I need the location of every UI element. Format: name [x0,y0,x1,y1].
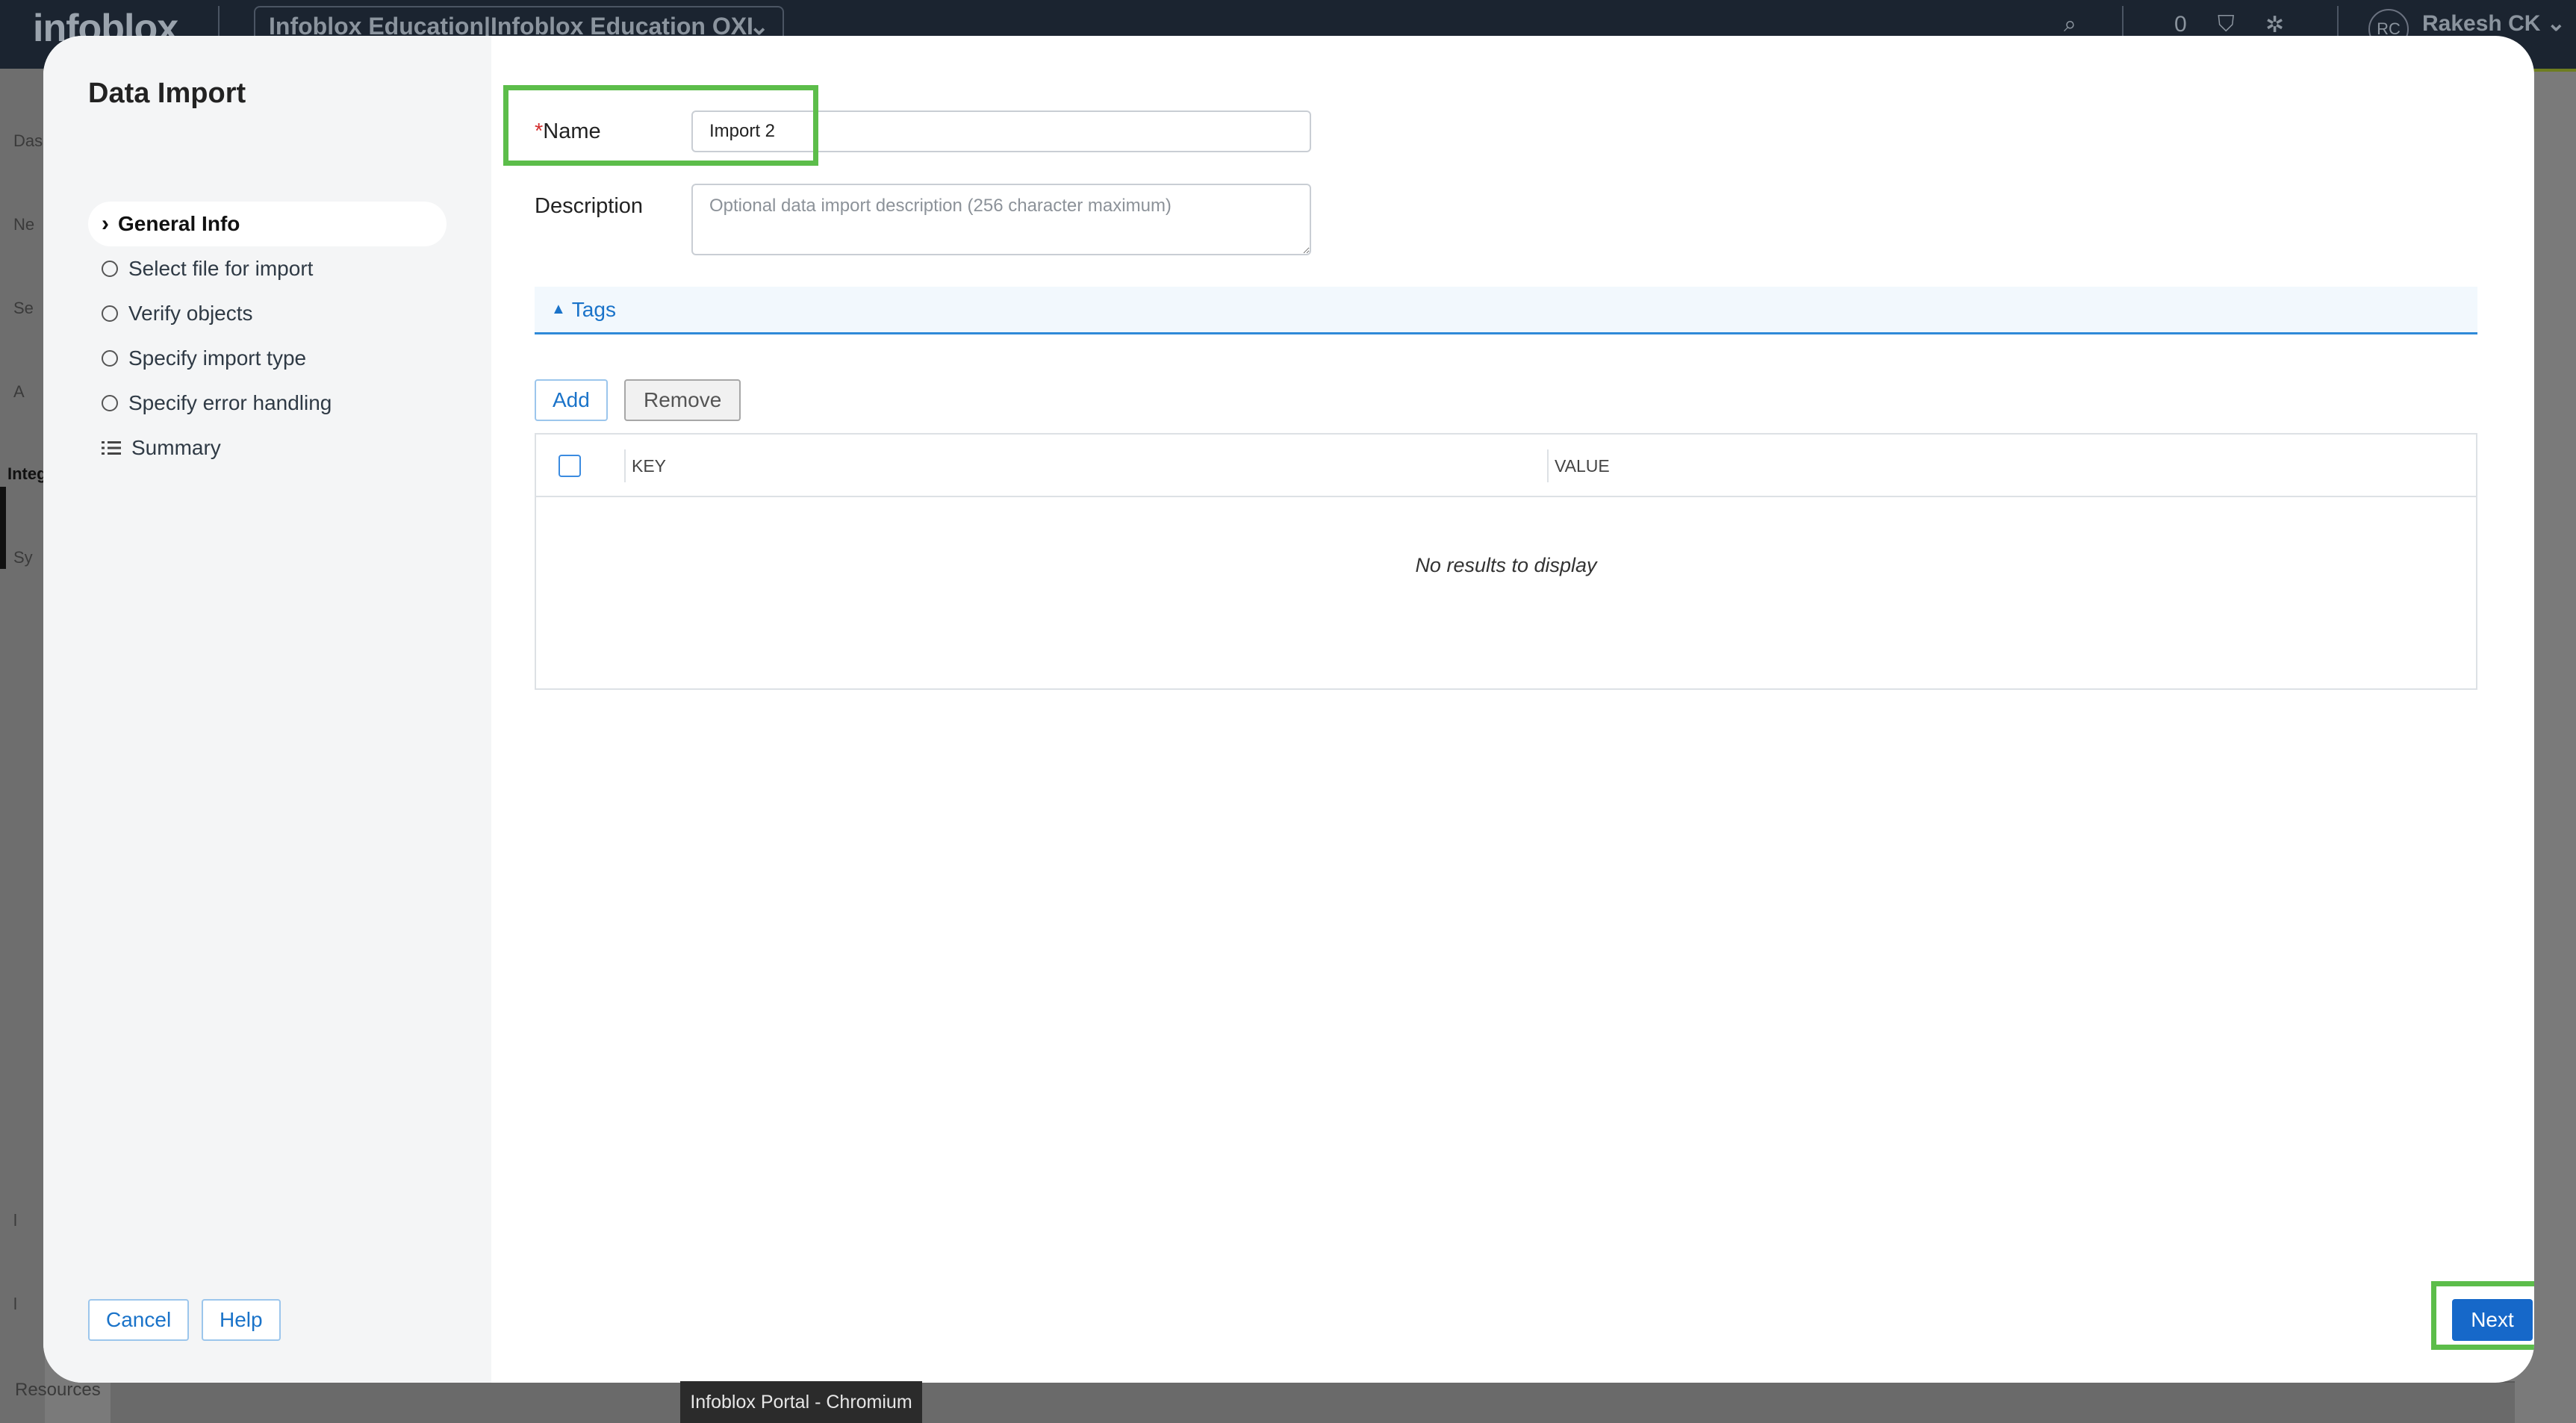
required-mark: * [535,119,544,143]
nav-fragment: Das [13,131,43,150]
empty-table-message: No results to display [1415,554,1597,576]
step-label: Specify error handling [128,391,332,414]
tags-label: Tags [571,297,616,321]
data-import-modal: Data Import › General Info Select file f… [43,36,2534,1383]
step-label: Specify import type [128,346,307,370]
list-icon [102,440,122,456]
step-label: Verify objects [128,302,253,325]
cancel-button[interactable]: Cancel [88,1299,190,1341]
circle-icon [102,350,118,367]
circle-icon [102,261,118,277]
step-label: Select file for import [128,257,314,280]
step-import-type[interactable]: Specify import type [88,336,447,381]
nav-fragment: Integ [7,464,47,483]
circle-icon [102,305,118,322]
help-button[interactable]: Help [202,1299,281,1341]
step-error-handling[interactable]: Specify error handling [88,381,447,426]
notification-count[interactable]: 0 [2174,12,2187,37]
taskbar-tooltip: Infoblox Portal - Chromium [680,1381,922,1423]
circle-icon [102,395,118,411]
background-footer [111,1381,2515,1423]
resources-link[interactable]: Resources [15,1380,101,1401]
user-name: Rakesh CK [2422,11,2541,36]
wizard-sidebar: Data Import › General Info Select file f… [43,36,491,1383]
user-menu[interactable]: Rakesh CK ⌄ [2422,10,2566,37]
general-info-panel: *Name Description ▲ Tags Add Remove KEY … [491,36,2534,1383]
description-label: Description [535,194,644,218]
background-sidebar: Das Ne Se A Integ Sy l l [0,69,47,1423]
name-input[interactable] [691,110,1311,152]
nav-fragment: Se [13,299,34,317]
settings-icon[interactable]: ✲ [2265,12,2284,38]
tags-table: KEY VALUE No results to display [535,433,2477,690]
remove-tag-button[interactable]: Remove [624,379,741,421]
step-verify-objects[interactable]: Verify objects [88,291,447,336]
nav-fragment: l [13,1295,17,1313]
modal-title: Data Import [88,78,246,109]
nav-fragment: l [13,1211,17,1230]
add-tag-button[interactable]: Add [535,379,608,421]
table-header: KEY VALUE [536,435,2476,497]
nav-fragment: A [13,382,25,401]
chevron-right-icon: › [102,211,109,236]
nav-active-indicator [0,487,6,569]
step-general-info[interactable]: › General Info [88,202,447,246]
nav-fragment: Ne [13,215,35,234]
step-select-file[interactable]: Select file for import [88,246,447,291]
search-icon[interactable]: ⌕ [2064,12,2076,37]
caret-up-icon: ▲ [551,301,566,317]
nav-fragment: Sy [13,548,33,567]
step-summary[interactable]: Summary [88,426,447,470]
column-header-value[interactable]: VALUE [1547,449,1610,482]
column-header-key[interactable]: KEY [624,449,666,482]
name-label: *Name [535,119,601,144]
step-label: General Info [118,212,240,235]
name-label-text: Name [543,119,601,143]
description-input[interactable] [691,184,1311,255]
wizard-steps: › General Info Select file for import Ve… [88,202,447,470]
next-button[interactable]: Next [2452,1299,2533,1341]
select-all-checkbox[interactable] [559,455,581,477]
shield-icon[interactable]: ⛉ [2218,12,2235,37]
step-label: Summary [131,436,221,459]
tags-section-toggle[interactable]: ▲ Tags [535,287,2477,334]
